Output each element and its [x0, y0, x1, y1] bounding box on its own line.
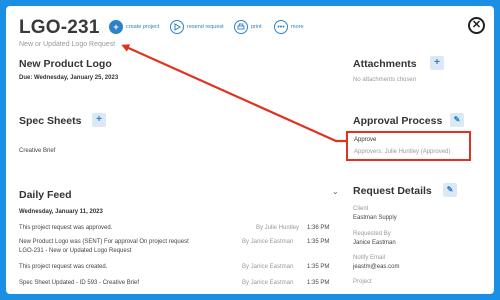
- request-panel: LGO-231 New or Updated Logo Request + cr…: [6, 6, 494, 294]
- annotation-arrow: [121, 44, 346, 143]
